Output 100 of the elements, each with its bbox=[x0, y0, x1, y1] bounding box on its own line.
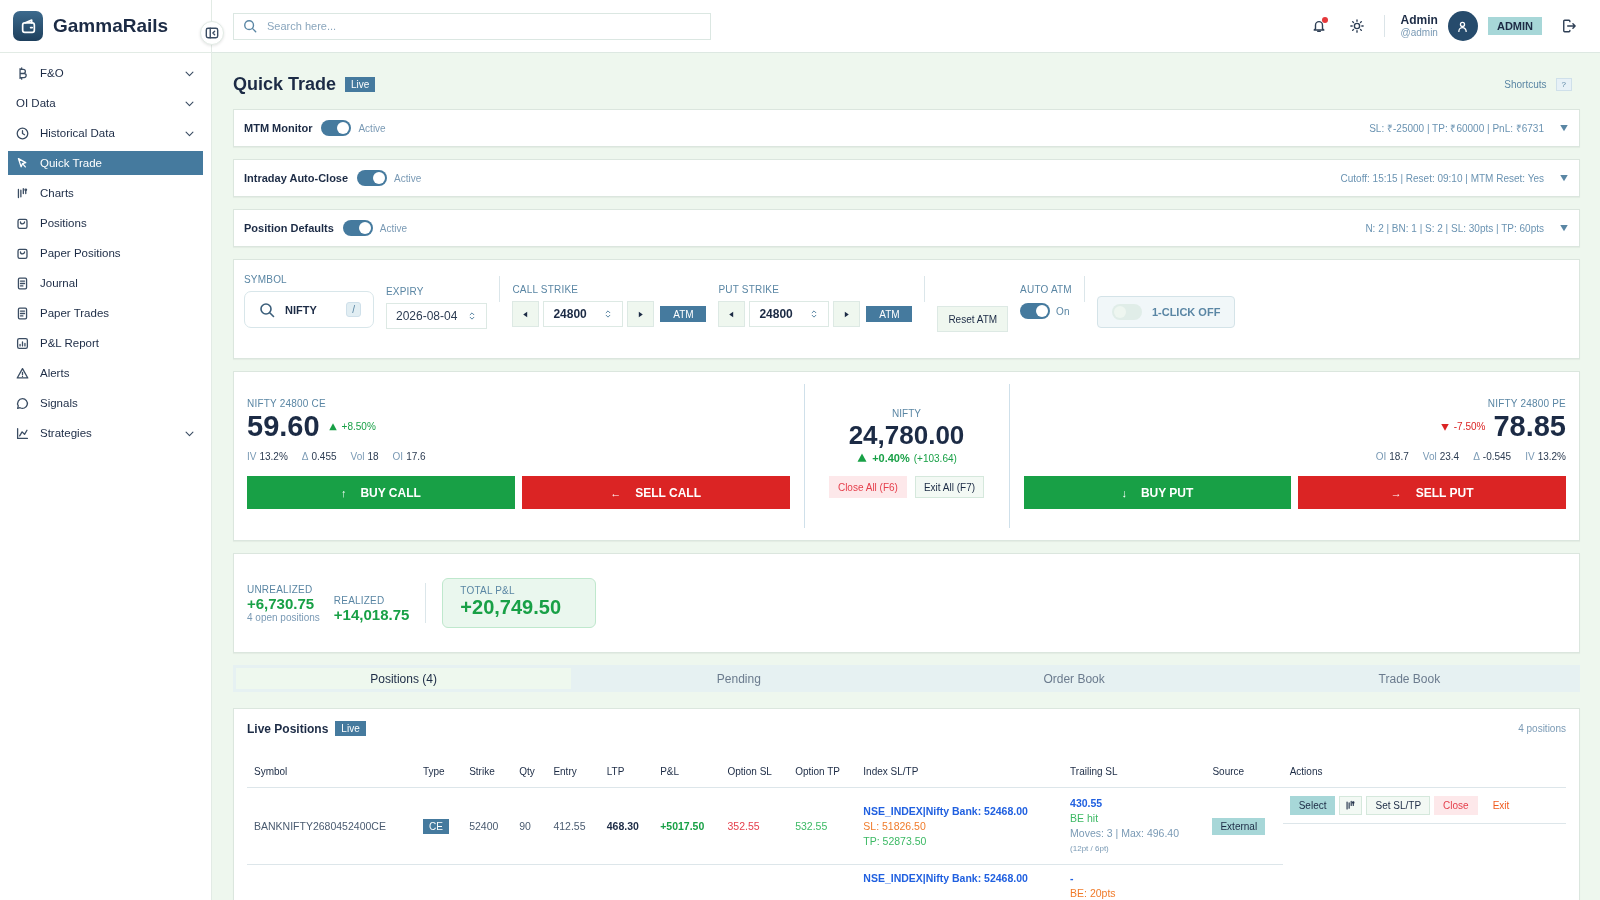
role-badge: ADMIN bbox=[1487, 17, 1542, 35]
sidebar-item[interactable]: P&L Report bbox=[8, 331, 203, 355]
sidebar-item[interactable]: Paper Trades bbox=[8, 301, 203, 325]
avatar[interactable] bbox=[1447, 11, 1478, 41]
column-header: Entry bbox=[546, 766, 600, 788]
strike-field[interactable]: 24800 bbox=[543, 301, 624, 327]
sidebar-item[interactable]: Alerts bbox=[8, 361, 203, 385]
search-field[interactable]: Search here... bbox=[233, 12, 711, 40]
expand-icon[interactable] bbox=[1559, 223, 1569, 233]
pnl-label: TOTAL P&L bbox=[460, 585, 516, 596]
table-cell-text: BE: 20pts bbox=[1070, 886, 1117, 900]
sidebar-item[interactable]: F&O bbox=[8, 61, 203, 85]
expand-icon[interactable] bbox=[1559, 123, 1569, 133]
table-cell-text: SL: 51826.50 bbox=[863, 818, 927, 834]
table-cell: 412.55 bbox=[553, 820, 586, 832]
user-handle: @admin bbox=[1400, 27, 1438, 40]
field-label: SYMBOL bbox=[244, 274, 288, 285]
atm-button[interactable]: ATM bbox=[660, 306, 707, 322]
close-all-button[interactable]: Close All (F6) bbox=[828, 476, 907, 498]
index-level-link[interactable]: NSE_INDEX|Nifty Bank: 52468.00 bbox=[863, 803, 1057, 819]
app-name: GammaRails bbox=[53, 15, 169, 37]
expiry-field[interactable]: 2026-08-04 bbox=[386, 303, 488, 329]
column-header: Source bbox=[1205, 766, 1283, 788]
nav-icon bbox=[16, 306, 29, 320]
reset-button[interactable]: Reset ATM bbox=[937, 306, 1009, 332]
tab[interactable]: Positions (4) bbox=[236, 668, 572, 689]
chart-icon bbox=[1345, 800, 1357, 811]
nav-icon bbox=[16, 216, 29, 230]
table-cell-text: 430.55 bbox=[1070, 796, 1104, 811]
column-header: LTP bbox=[599, 766, 654, 788]
sidebar-item[interactable]: OI Data bbox=[8, 91, 203, 115]
sidebar-item[interactable]: Quick Trade bbox=[8, 151, 203, 175]
stat-label: Vol bbox=[350, 451, 365, 462]
summary-text: SL: ₹-25000 | TP: ₹60000 | PnL: ₹6731 bbox=[1369, 122, 1544, 135]
pnl-label: REALIZED bbox=[333, 595, 386, 606]
option-price: 78.85 bbox=[1493, 410, 1566, 443]
toggle-switch[interactable] bbox=[342, 220, 373, 236]
field-label: AUTO ATM bbox=[1020, 284, 1072, 295]
expand-icon[interactable] bbox=[1559, 173, 1569, 183]
tab[interactable]: Order Book bbox=[906, 668, 1242, 689]
column-header: Trailing SL bbox=[1063, 766, 1206, 788]
stat-value: -0.545 bbox=[1482, 451, 1512, 462]
select-button[interactable]: Select bbox=[1289, 796, 1336, 815]
exit-all-button[interactable]: Exit All (F7) bbox=[914, 476, 985, 498]
set-sl-tp-button[interactable]: Set SL/TP bbox=[1366, 796, 1431, 815]
chart-button[interactable] bbox=[1339, 796, 1363, 815]
status-text: Active bbox=[379, 222, 408, 234]
index-value: 24,780.00 bbox=[848, 420, 965, 451]
toggle-switch[interactable] bbox=[357, 170, 388, 186]
pnl-label: UNREALIZED bbox=[247, 583, 314, 595]
exit-link[interactable]: Exit bbox=[1481, 796, 1521, 815]
sidebar-item[interactable]: Charts bbox=[8, 181, 203, 205]
stat-value: 0.455 bbox=[311, 451, 337, 462]
wallet-icon bbox=[19, 17, 37, 35]
stat-value: 23.4 bbox=[1439, 451, 1460, 462]
right-icon bbox=[636, 309, 646, 319]
stat-label: OI bbox=[1375, 451, 1387, 462]
sell-button[interactable]: → SELL PUT bbox=[1298, 476, 1566, 509]
sidebar-icon bbox=[205, 26, 219, 40]
sell-button[interactable]: ← SELL CALL bbox=[521, 476, 790, 509]
status-text: On bbox=[1056, 305, 1070, 317]
tab[interactable]: Pending bbox=[571, 668, 907, 689]
position-count: 4 positions bbox=[1518, 723, 1566, 734]
sidebar-item[interactable]: Strategies bbox=[8, 421, 203, 445]
tab[interactable]: Trade Book bbox=[1241, 668, 1577, 689]
summary-text: N: 2 | BN: 1 | S: 2 | SL: 30pts | TP: 60pts bbox=[1365, 222, 1544, 234]
option-name: NIFTY 24800 PE bbox=[1487, 398, 1566, 409]
sidebar-item[interactable]: Paper Positions bbox=[8, 241, 203, 265]
symbol-field[interactable]: NIFTY / bbox=[244, 291, 374, 328]
pnl-value: +6,730.75 bbox=[247, 594, 316, 612]
price-change: +8.50% bbox=[327, 421, 376, 432]
shortcuts-link[interactable]: Shortcuts bbox=[1504, 78, 1547, 90]
column-header: Qty bbox=[512, 766, 547, 788]
atm-button[interactable]: ATM bbox=[866, 306, 913, 322]
pnl-value: +20,749.50 bbox=[460, 596, 562, 619]
price-change: -7.50% bbox=[1439, 421, 1486, 432]
nav-icon bbox=[16, 396, 29, 410]
sidebar-item[interactable]: Positions bbox=[8, 211, 203, 235]
key-hint: ? bbox=[1555, 77, 1572, 91]
table-cell-text: TP: 52873.50 bbox=[863, 833, 928, 849]
field-label: EXPIRY bbox=[386, 286, 425, 297]
stat-value: 17.6 bbox=[406, 451, 426, 462]
right-icon bbox=[842, 309, 852, 319]
logout-icon bbox=[1562, 19, 1576, 33]
table-cell: 352.55 bbox=[727, 820, 760, 832]
strike-field[interactable]: 24800 bbox=[749, 301, 830, 327]
stat-value: 13.2% bbox=[259, 451, 288, 462]
index-level-link[interactable]: NSE_INDEX|Nifty Bank: 52468.00 bbox=[863, 871, 1057, 886]
stat-value: 13.2% bbox=[1537, 451, 1566, 462]
sidebar-item[interactable]: Journal bbox=[8, 271, 203, 295]
user-name: Admin bbox=[1400, 12, 1438, 28]
toggle-switch[interactable] bbox=[1020, 303, 1051, 319]
close-button[interactable]: Close bbox=[1434, 796, 1478, 815]
sidebar-item[interactable]: Signals bbox=[8, 391, 203, 415]
collapse-button[interactable] bbox=[200, 21, 224, 45]
toggle-switch[interactable] bbox=[321, 120, 352, 136]
nav-icon bbox=[16, 156, 29, 170]
stat-label: IV bbox=[1525, 451, 1535, 462]
one-click-button[interactable]: 1-CLICK OFF bbox=[1096, 296, 1236, 328]
sidebar-item[interactable]: Historical Data bbox=[8, 121, 203, 145]
